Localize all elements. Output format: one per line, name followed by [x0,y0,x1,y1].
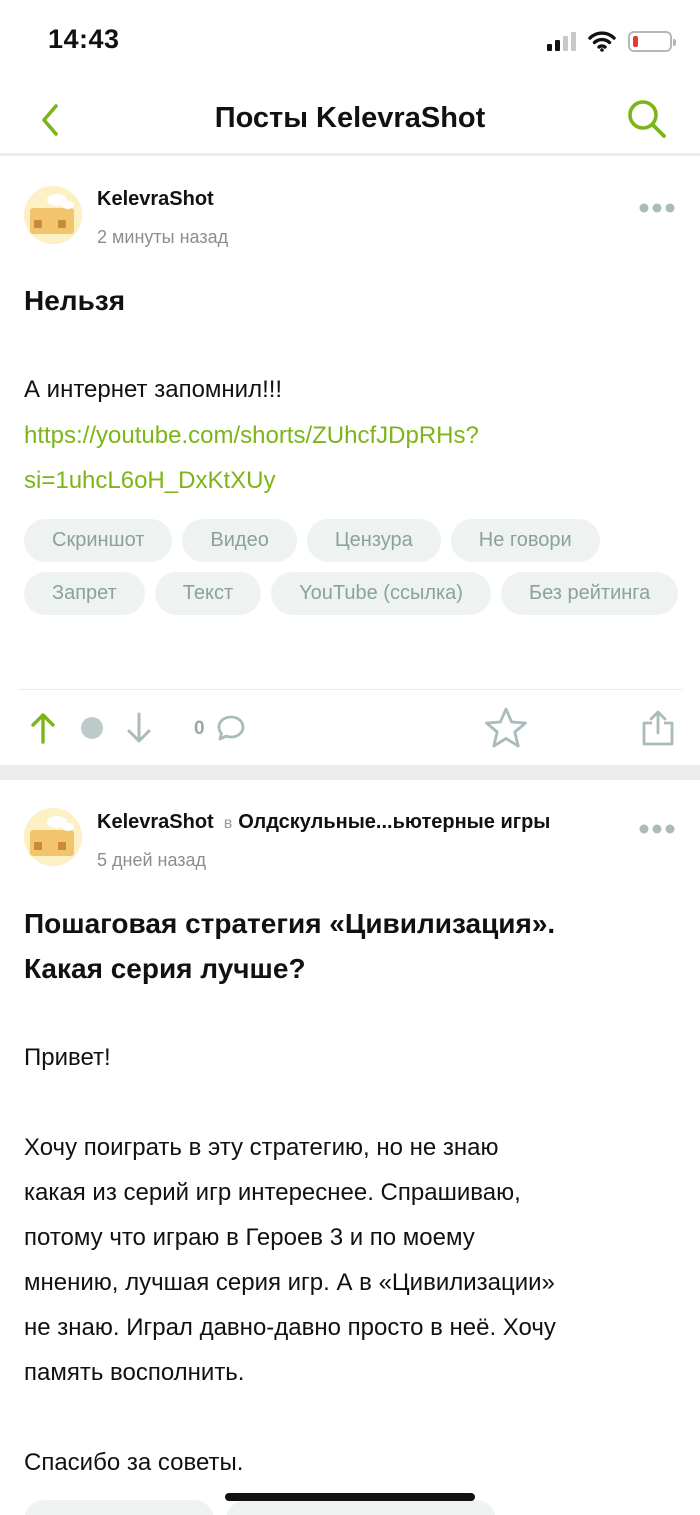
star-icon[interactable] [483,706,529,750]
tag[interactable]: Видео [182,519,297,562]
post-time: 2 минуты назад [97,227,229,247]
status-bar: 14:43 [0,0,700,84]
post-author-line: KelevraShot в Олдскульные...ьютерные игры [97,811,550,834]
avatar-image [24,186,82,244]
community-name[interactable]: Олдскульные...ьютерные игры [238,811,550,833]
post-greeting: Привет! [24,1044,111,1071]
avatar-image [24,808,82,866]
wifi-icon [588,31,616,52]
post-text: А интернет запомнил!!! [24,376,283,403]
more-dots-icon[interactable] [638,202,676,214]
arrow-down-icon[interactable] [124,711,154,745]
post-link-line[interactable]: si=1uhcL6oH_DxKtXUy [24,458,676,503]
post-body-line: какая из серий игр интереснее. Спрашиваю… [24,1179,521,1206]
post-thanks: Спасибо за советы. [24,1449,244,1476]
tag[interactable]: Без рейтинга [500,572,679,615]
tag-list: Скриншот Видео Цензура Не говори Запрет … [24,519,680,615]
post-separator [0,765,700,780]
arrow-up-icon[interactable] [28,711,58,745]
tag[interactable]: Цензура [306,519,441,562]
battery-icon [628,30,676,52]
avatar[interactable] [24,186,82,244]
tag[interactable]: Запрет [24,572,145,615]
battery-level [633,35,638,47]
post-link[interactable]: https://youtube.com/shorts/ZUhcfJDpRHs? … [24,413,676,503]
tag-peek[interactable] [24,1500,214,1515]
post-title-line[interactable]: Пошаговая стратегия «Цивилизация». [24,901,676,946]
status-icons [547,30,676,52]
avatar[interactable] [24,808,82,866]
post-body-line: не знаю. Играл давно-давно просто в неё.… [24,1314,556,1341]
search-icon[interactable] [626,98,668,140]
post-actions: 0 [18,689,682,765]
share-icon[interactable] [640,708,676,748]
post-title[interactable]: Пошаговая стратегия «Цивилизация». Какая… [24,901,676,991]
tag[interactable]: Не говори [450,519,600,562]
community-prefix: в [223,815,233,832]
rating-dot-icon [81,717,103,739]
post-link-line[interactable]: https://youtube.com/shorts/ZUhcfJDpRHs? [24,413,676,458]
tag[interactable]: Текст [154,572,262,615]
post-body-line: Хочу поиграть в эту стратегию, но не зна… [24,1134,499,1161]
status-time: 14:43 [48,24,120,54]
post-card: KelevraShot 2 минуты назад Нельзя А инте… [0,159,700,765]
comment-count[interactable]: 0 [194,718,205,740]
post-author[interactable]: KelevraShot [97,811,214,833]
post-body: Хочу поиграть в эту стратегию, но не зна… [24,1125,676,1395]
post-title-line[interactable]: Какая серия лучше? [24,946,676,991]
post-author[interactable]: KelevraShot [97,188,214,211]
post-body-line: мнению, лучшая серия игр. А в «Цивилизац… [24,1269,555,1296]
post-card: KelevraShot в Олдскульные...ьютерные игры … [0,780,700,1515]
more-dots-icon[interactable] [638,823,676,835]
tag[interactable]: YouTube (ссылка) [271,572,491,615]
tag[interactable]: Скриншот [24,519,173,562]
nav-bar: Посты KelevraShot [0,84,700,156]
post-title[interactable]: Нельзя [24,278,676,323]
post-time: 5 дней назад [97,850,207,870]
comment-bubble-icon[interactable] [216,714,246,742]
post-body-line: память восполнить. [24,1359,245,1386]
cellular-signal-icon [547,31,576,51]
home-indicator[interactable] [225,1493,475,1501]
tag-peek[interactable] [226,1500,496,1515]
page-title: Посты KelevraShot [214,102,486,134]
post-body-line: потому что играю в Героев 3 и по моему [24,1224,475,1251]
